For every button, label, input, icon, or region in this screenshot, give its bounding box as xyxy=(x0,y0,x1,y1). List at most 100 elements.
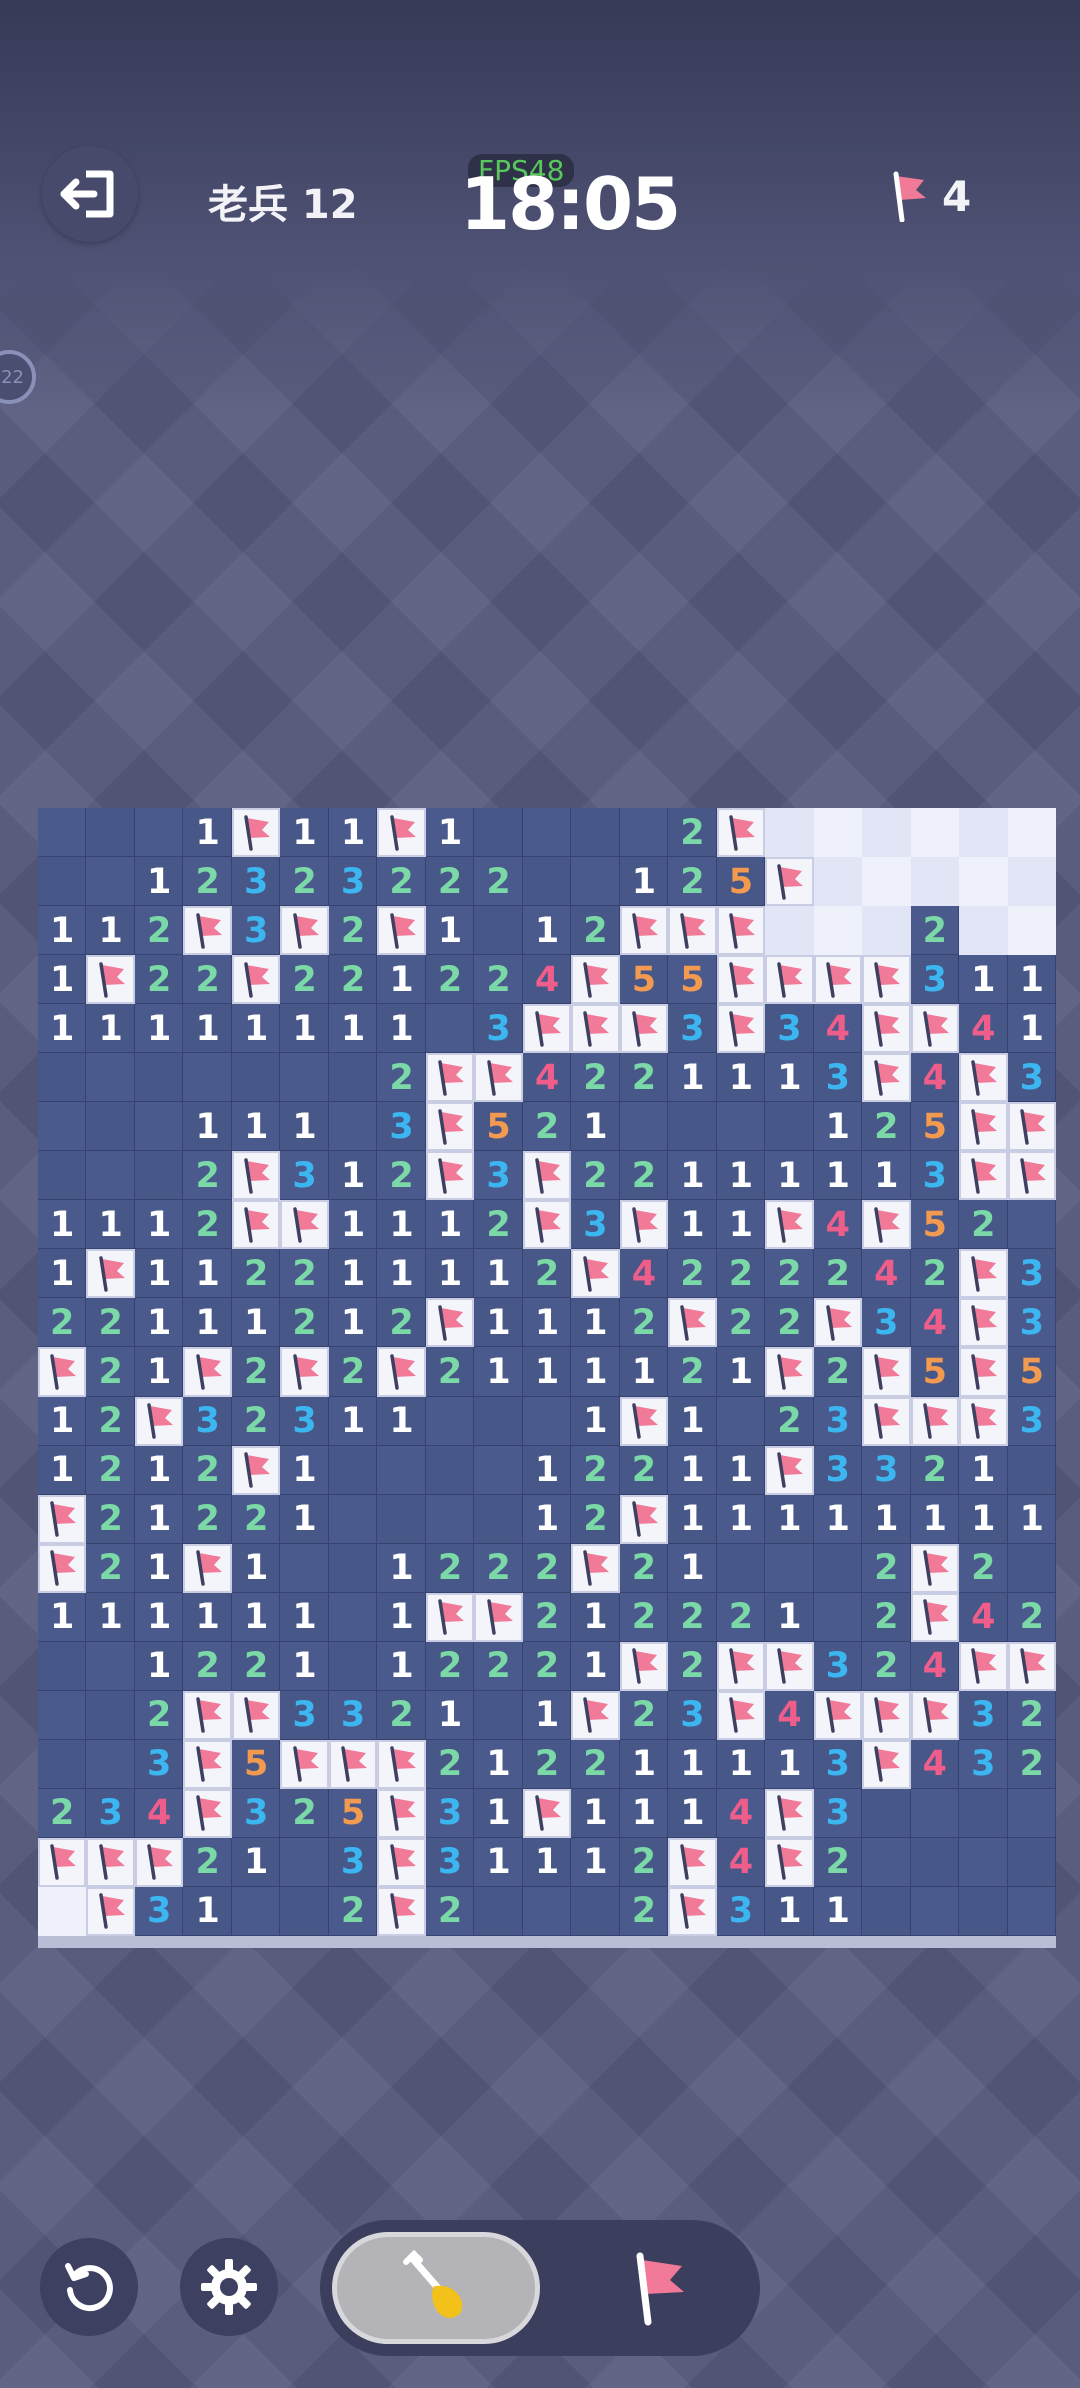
hidden-cell[interactable] xyxy=(910,1788,960,1838)
number-cell[interactable]: 3 xyxy=(425,1788,475,1838)
hidden-cell[interactable] xyxy=(619,1102,669,1152)
flagged-cell[interactable] xyxy=(183,1788,232,1838)
number-cell[interactable]: 5 xyxy=(668,955,717,1005)
number-cell[interactable]: 2 xyxy=(134,906,184,956)
number-cell[interactable]: 2 xyxy=(425,1886,475,1936)
number-cell[interactable]: 2 xyxy=(522,1739,572,1789)
number-cell[interactable]: 1 xyxy=(765,1886,814,1936)
hidden-cell[interactable] xyxy=(38,808,87,858)
hidden-cell[interactable] xyxy=(959,1788,1008,1838)
flagged-cell[interactable] xyxy=(959,1298,1008,1348)
hidden-cell[interactable] xyxy=(134,1151,184,1201)
hidden-cell[interactable] xyxy=(328,1445,378,1495)
number-cell[interactable]: 2 xyxy=(474,1543,523,1593)
flagged-cell[interactable] xyxy=(86,1249,135,1299)
number-cell[interactable]: 2 xyxy=(765,1249,814,1299)
number-cell[interactable]: 3 xyxy=(959,1690,1008,1740)
hidden-cell[interactable] xyxy=(959,1837,1008,1887)
number-cell[interactable]: 1 xyxy=(571,1347,620,1397)
number-cell[interactable]: 1 xyxy=(328,1249,378,1299)
flagged-cell[interactable] xyxy=(716,1004,766,1054)
number-cell[interactable]: 2 xyxy=(425,1347,475,1397)
number-cell[interactable]: 2 xyxy=(183,857,232,907)
number-cell[interactable]: 1 xyxy=(765,1592,814,1642)
flagged-cell[interactable] xyxy=(862,1053,911,1103)
number-cell[interactable]: 2 xyxy=(716,1592,766,1642)
number-cell[interactable]: 1 xyxy=(328,1396,378,1446)
number-cell[interactable]: 2 xyxy=(86,1347,135,1397)
number-cell[interactable]: 1 xyxy=(377,1592,426,1642)
number-cell[interactable]: 3 xyxy=(280,1151,329,1201)
number-cell[interactable]: 2 xyxy=(377,1053,426,1103)
flagged-cell[interactable] xyxy=(1007,1641,1056,1691)
hidden-cell[interactable] xyxy=(474,1494,523,1544)
number-cell[interactable]: 1 xyxy=(474,1298,523,1348)
empty-cell[interactable] xyxy=(959,857,1008,907)
number-cell[interactable]: 1 xyxy=(813,1151,863,1201)
number-cell[interactable]: 3 xyxy=(328,1690,378,1740)
number-cell[interactable]: 1 xyxy=(86,1004,135,1054)
number-cell[interactable]: 1 xyxy=(668,1494,717,1544)
flag-mode-button[interactable] xyxy=(580,2232,740,2344)
hidden-cell[interactable] xyxy=(377,1494,426,1544)
number-cell[interactable]: 2 xyxy=(862,1592,911,1642)
number-cell[interactable]: 1 xyxy=(1007,1004,1056,1054)
flagged-cell[interactable] xyxy=(377,808,426,858)
flagged-cell[interactable] xyxy=(183,906,232,956)
flagged-cell[interactable] xyxy=(183,1543,232,1593)
hidden-cell[interactable] xyxy=(134,808,184,858)
flagged-cell[interactable] xyxy=(910,1592,960,1642)
hidden-cell[interactable] xyxy=(522,1396,572,1446)
hidden-cell[interactable] xyxy=(425,1494,475,1544)
number-cell[interactable]: 1 xyxy=(668,1151,717,1201)
number-cell[interactable]: 1 xyxy=(571,1298,620,1348)
flagged-cell[interactable] xyxy=(522,1004,572,1054)
flagged-cell[interactable] xyxy=(571,1004,620,1054)
hidden-cell[interactable] xyxy=(716,1543,766,1593)
number-cell[interactable]: 4 xyxy=(959,1004,1008,1054)
hidden-cell[interactable] xyxy=(86,1102,135,1152)
number-cell[interactable]: 1 xyxy=(522,1690,572,1740)
number-cell[interactable]: 1 xyxy=(134,1347,184,1397)
number-cell[interactable]: 2 xyxy=(910,1249,960,1299)
number-cell[interactable]: 2 xyxy=(522,1249,572,1299)
number-cell[interactable]: 1 xyxy=(474,1788,523,1838)
empty-cell[interactable] xyxy=(1007,808,1056,858)
flagged-cell[interactable] xyxy=(38,1494,87,1544)
number-cell[interactable]: 4 xyxy=(522,955,572,1005)
empty-cell[interactable] xyxy=(959,808,1008,858)
number-cell[interactable]: 1 xyxy=(522,1298,572,1348)
flagged-cell[interactable] xyxy=(862,1004,911,1054)
number-cell[interactable]: 2 xyxy=(1007,1739,1056,1789)
number-cell[interactable]: 4 xyxy=(765,1690,814,1740)
number-cell[interactable]: 1 xyxy=(231,1592,281,1642)
number-cell[interactable]: 1 xyxy=(328,1151,378,1201)
flagged-cell[interactable] xyxy=(38,1543,87,1593)
number-cell[interactable]: 2 xyxy=(522,1102,572,1152)
number-cell[interactable]: 3 xyxy=(668,1690,717,1740)
flagged-cell[interactable] xyxy=(959,1347,1008,1397)
number-cell[interactable]: 1 xyxy=(377,955,426,1005)
number-cell[interactable]: 4 xyxy=(813,1004,863,1054)
number-cell[interactable]: 2 xyxy=(425,1543,475,1593)
hidden-cell[interactable] xyxy=(474,1886,523,1936)
number-cell[interactable]: 1 xyxy=(668,1200,717,1250)
number-cell[interactable]: 5 xyxy=(474,1102,523,1152)
number-cell[interactable]: 1 xyxy=(668,1445,717,1495)
number-cell[interactable]: 3 xyxy=(231,1788,281,1838)
flagged-cell[interactable] xyxy=(765,1445,814,1495)
number-cell[interactable]: 1 xyxy=(571,1102,620,1152)
flagged-cell[interactable] xyxy=(619,1641,669,1691)
number-cell[interactable]: 2 xyxy=(522,1543,572,1593)
hidden-cell[interactable] xyxy=(1007,1200,1056,1250)
number-cell[interactable]: 3 xyxy=(959,1739,1008,1789)
empty-cell[interactable] xyxy=(862,857,911,907)
empty-cell[interactable] xyxy=(765,906,814,956)
number-cell[interactable]: 1 xyxy=(134,1445,184,1495)
number-cell[interactable]: 1 xyxy=(231,1298,281,1348)
flagged-cell[interactable] xyxy=(231,1445,281,1495)
number-cell[interactable]: 1 xyxy=(425,1690,475,1740)
number-cell[interactable]: 2 xyxy=(474,955,523,1005)
hidden-cell[interactable] xyxy=(571,1886,620,1936)
number-cell[interactable]: 1 xyxy=(765,1151,814,1201)
